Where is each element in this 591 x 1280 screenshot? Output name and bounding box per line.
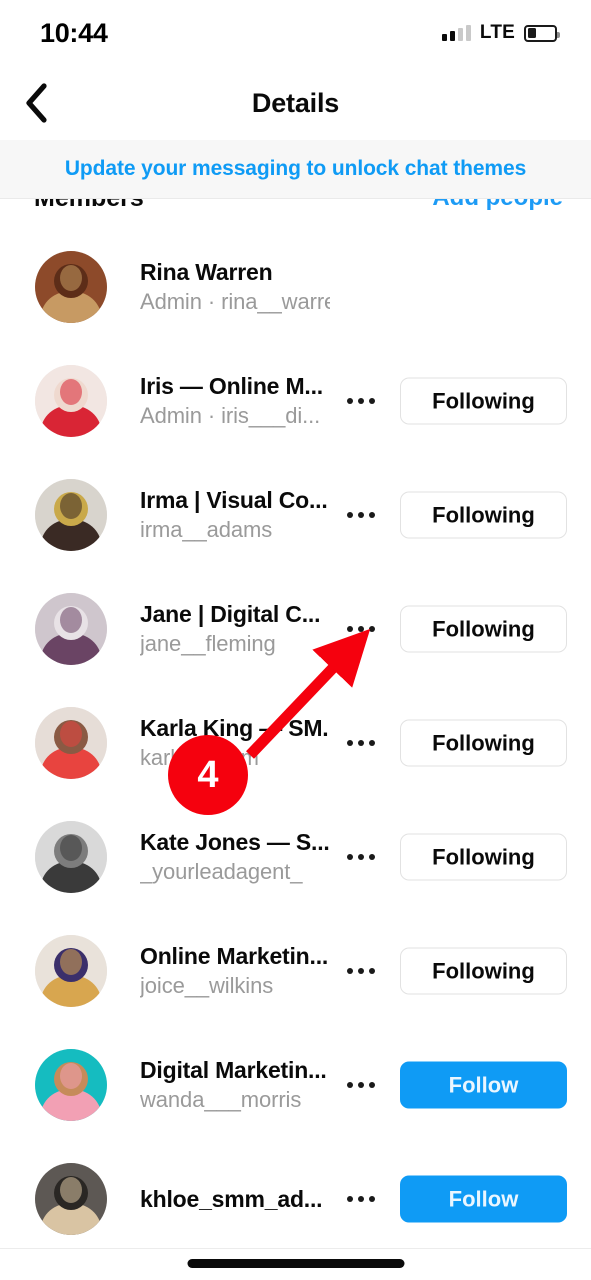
member-subtitle: Admin · iris___di... bbox=[140, 403, 321, 428]
back-button[interactable] bbox=[8, 66, 64, 140]
member-info: Kate Jones — S... _yourleadagent_ bbox=[140, 827, 330, 887]
status-bar-indicators: LTE bbox=[441, 22, 560, 44]
avatar[interactable] bbox=[35, 821, 107, 893]
following-button[interactable]: Following bbox=[400, 833, 567, 881]
chevron-left-icon bbox=[23, 81, 49, 125]
home-indicator[interactable] bbox=[187, 1259, 404, 1268]
following-button[interactable]: Following bbox=[400, 377, 567, 425]
battery-icon bbox=[524, 24, 560, 42]
following-button-label: Following bbox=[432, 502, 535, 527]
following-button-label: Following bbox=[432, 730, 535, 755]
cellular-signal-icon bbox=[441, 25, 471, 41]
avatar[interactable] bbox=[35, 479, 107, 551]
following-button-label: Following bbox=[432, 388, 535, 413]
member-name: Online Marketin... bbox=[140, 943, 329, 969]
status-bar: 10:44 LTE bbox=[0, 0, 591, 66]
member-name: Irma | Visual Co... bbox=[140, 487, 328, 513]
chat-themes-banner[interactable]: Update your messaging to unlock chat the… bbox=[0, 140, 591, 199]
member-row[interactable]: Irma | Visual Co... irma__adams Following bbox=[0, 458, 591, 572]
member-name: Kate Jones — S... bbox=[140, 829, 330, 855]
more-options-icon[interactable] bbox=[340, 842, 382, 872]
member-row[interactable]: Kate Jones — S... _yourleadagent_ Followin… bbox=[0, 800, 591, 914]
bottom-divider bbox=[0, 1248, 591, 1249]
member-row[interactable]: Jane | Digital C... jane__fleming Followin… bbox=[0, 572, 591, 686]
following-button-label: Following bbox=[432, 844, 535, 869]
member-info: Jane | Digital C... jane__fleming bbox=[140, 599, 330, 659]
more-options-icon[interactable] bbox=[340, 956, 382, 986]
member-subtitle: karla__smm bbox=[140, 745, 259, 770]
following-button[interactable]: Following bbox=[400, 605, 567, 653]
member-row[interactable]: Rina Warren Admin · rina__warren bbox=[0, 230, 591, 344]
member-name: Rina Warren bbox=[140, 259, 273, 285]
more-options-icon[interactable] bbox=[340, 1070, 382, 1100]
more-options-icon[interactable] bbox=[340, 1184, 382, 1214]
member-subtitle: Admin · rina__warren bbox=[140, 289, 330, 314]
member-subtitle: irma__adams bbox=[140, 517, 273, 542]
avatar[interactable] bbox=[35, 935, 107, 1007]
member-info: Irma | Visual Co... irma__adams bbox=[140, 485, 330, 545]
avatar[interactable] bbox=[35, 593, 107, 665]
follow-button[interactable]: Follow bbox=[400, 1061, 567, 1109]
chat-themes-banner-text: Update your messaging to unlock chat the… bbox=[64, 157, 527, 180]
following-button-label: Following bbox=[432, 616, 535, 641]
members-list[interactable]: Rina Warren Admin · rina__warren Iris — On… bbox=[0, 230, 591, 1256]
follow-button[interactable]: Follow bbox=[400, 1175, 567, 1223]
avatar[interactable] bbox=[35, 1049, 107, 1121]
member-subtitle: _yourleadagent_ bbox=[140, 859, 303, 884]
member-name: Jane | Digital C... bbox=[140, 601, 321, 627]
following-button[interactable]: Following bbox=[400, 719, 567, 767]
member-subtitle: wanda___morris bbox=[140, 1087, 302, 1112]
page-title: Details bbox=[251, 87, 340, 118]
member-row[interactable]: Karla King — SM... karla__smm Following bbox=[0, 686, 591, 800]
member-info: Iris — Online M... Admin · iris___di... bbox=[140, 371, 330, 431]
following-button-label: Following bbox=[432, 958, 535, 983]
more-options-icon[interactable] bbox=[340, 500, 382, 530]
member-info: Karla King — SM... karla__smm bbox=[140, 713, 330, 773]
member-info: Digital Marketin... wanda___morris bbox=[140, 1055, 330, 1115]
status-bar-clock: 10:44 bbox=[40, 17, 108, 48]
member-row[interactable]: Iris — Online M... Admin · iris___di... Fo… bbox=[0, 344, 591, 458]
avatar[interactable] bbox=[35, 365, 107, 437]
member-name: Iris — Online M... bbox=[140, 373, 323, 399]
network-type-label: LTE bbox=[479, 22, 515, 43]
more-options-icon[interactable] bbox=[340, 386, 382, 416]
follow-button-label: Follow bbox=[448, 1072, 519, 1097]
following-button[interactable]: Following bbox=[400, 947, 567, 995]
member-name: Digital Marketin... bbox=[140, 1057, 327, 1083]
member-name: khloe_smm_ad... bbox=[140, 1186, 323, 1212]
following-button[interactable]: Following bbox=[400, 491, 567, 539]
member-row[interactable]: Online Marketin... joice__wilkins Followin… bbox=[0, 914, 591, 1028]
member-subtitle: joice__wilkins bbox=[140, 973, 274, 998]
avatar[interactable] bbox=[35, 1163, 107, 1235]
avatar[interactable] bbox=[35, 707, 107, 779]
member-subtitle: jane__fleming bbox=[140, 631, 276, 656]
follow-button-label: Follow bbox=[448, 1186, 519, 1211]
member-name: Karla King — SM... bbox=[140, 715, 330, 741]
member-info: Online Marketin... joice__wilkins bbox=[140, 941, 330, 1001]
member-info: khloe_smm_ad... bbox=[140, 1184, 330, 1214]
member-row[interactable]: Digital Marketin... wanda___morris Follow bbox=[0, 1028, 591, 1142]
navigation-bar: Details bbox=[0, 66, 591, 140]
more-options-icon[interactable] bbox=[340, 728, 382, 758]
member-row[interactable]: khloe_smm_ad... Follow bbox=[0, 1142, 591, 1256]
more-options-icon[interactable] bbox=[340, 614, 382, 644]
member-info: Rina Warren Admin · rina__warren bbox=[140, 257, 330, 317]
avatar[interactable] bbox=[35, 251, 107, 323]
